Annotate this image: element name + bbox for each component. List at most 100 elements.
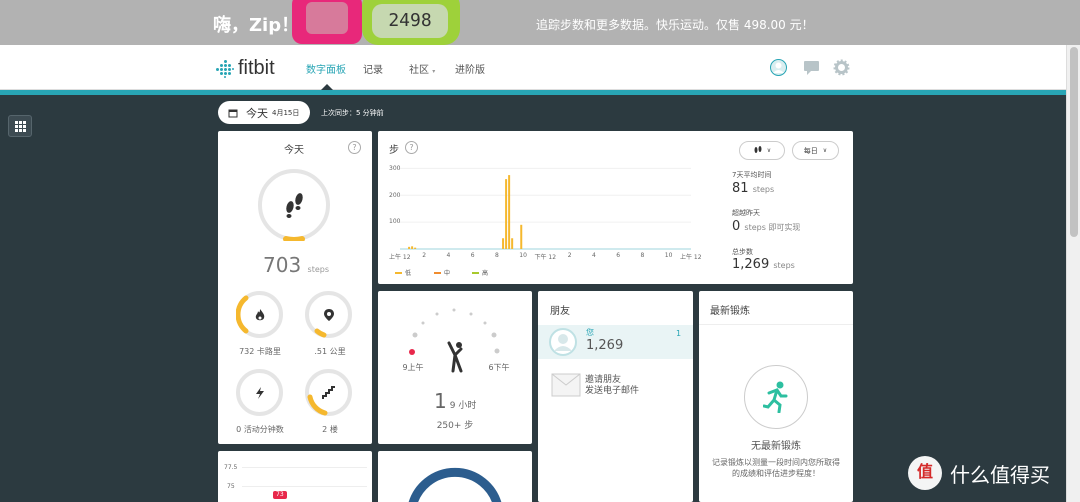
calendar-icon xyxy=(228,109,238,117)
calories-stat: 732 卡路里 xyxy=(239,347,281,356)
tile-grid-button[interactable] xyxy=(8,115,32,137)
step-bar[interactable] xyxy=(408,246,411,249)
sleep-ring xyxy=(408,467,502,502)
hourly-activity-panel: 9上午 6下午 19 小时 250+ 步 xyxy=(378,291,532,444)
step-bar[interactable] xyxy=(520,224,523,249)
watermark-text: 什么值得买 xyxy=(950,462,1050,487)
legend-medium: 中 xyxy=(434,268,450,277)
x-tick-label: 8 xyxy=(640,252,645,259)
promo-banner[interactable]: 嗨，Zip！ 2498 追踪步数和更多数据。快乐运动。仅售 498.00 元！ xyxy=(0,0,1080,45)
nav-dashboard[interactable]: 数字面板 xyxy=(306,61,346,76)
running-person-icon xyxy=(763,381,788,413)
x-tick-label: 6 xyxy=(616,252,621,259)
legend-high: 高 xyxy=(472,268,488,277)
settings-gear-icon[interactable] xyxy=(833,59,850,76)
hourly-steps-goal: 250+ 步 xyxy=(436,421,474,431)
stairs-icon xyxy=(322,386,335,399)
flame-icon xyxy=(255,309,265,321)
friends-panel: 朋友 您 1,269 1 邀请朋友 发送电子邮件 xyxy=(538,291,693,502)
friend-row-self[interactable]: 您 1,269 1 xyxy=(538,325,693,359)
x-tick-label: 2 xyxy=(567,252,572,259)
x-tick-label: 4 xyxy=(446,252,451,259)
promo-device-pink xyxy=(292,0,362,44)
x-tick-label: 下午 12 xyxy=(534,254,557,261)
weight-y-tick: 75 xyxy=(227,483,235,490)
exercise-empty-description: 记录锻炼以测量一段时间内您所取得的成绩和评估进步程度！ xyxy=(712,458,840,478)
exercise-empty-title: 无最新锻炼 xyxy=(751,441,801,452)
friends-title: 朋友 xyxy=(550,306,570,317)
step-bar[interactable] xyxy=(502,238,505,249)
today-help-icon[interactable]: ? xyxy=(348,141,361,154)
steps-help-icon[interactable]: ? xyxy=(405,141,418,154)
date-value: 4月15日 xyxy=(272,108,300,117)
last-sync-status: 上次同步：5 分钟前 xyxy=(321,109,384,117)
avg-label: 7天平均时间 xyxy=(732,171,772,179)
nav-log[interactable]: 记录 xyxy=(363,61,383,76)
active-minutes-stat: 0 活动分钟数 xyxy=(236,425,284,434)
grid-icon xyxy=(15,121,26,132)
steps-chart-title: 步 xyxy=(389,145,399,156)
envelope-icon xyxy=(551,373,581,397)
x-tick-label: 10 xyxy=(519,252,527,259)
step-bar[interactable] xyxy=(505,179,508,249)
exercise-panel: 最新锻炼 无最新锻炼 记录锻炼以测量一段时间内您所取得的成绩和评估进步程度！ xyxy=(699,291,853,502)
today-title: 今天 xyxy=(284,145,304,156)
invite-line-2: 发送电子邮件 xyxy=(585,386,640,396)
x-tick-label: 8 xyxy=(495,252,499,259)
steps-bar-chart[interactable] xyxy=(378,161,698,281)
legend-low: 低 xyxy=(395,268,411,277)
friend-rank: 1 xyxy=(676,329,682,338)
activity-filter-dropdown[interactable]: ∨ xyxy=(739,141,785,160)
calories-ring[interactable] xyxy=(236,291,283,338)
period-dropdown[interactable]: 每日 ∨ xyxy=(792,141,839,160)
weight-panel: 77.5 75 73 xyxy=(218,451,372,502)
step-bar[interactable] xyxy=(508,175,511,249)
distance-ring[interactable] xyxy=(305,291,352,338)
invite-friends-link[interactable]: 邀请朋友 发送电子邮件 xyxy=(551,371,681,401)
total-steps-label: 总步数 xyxy=(732,248,753,256)
scrollbar-thumb[interactable] xyxy=(1070,47,1078,237)
x-tick-label: 10 xyxy=(664,252,673,259)
total-steps-value: 1,269 steps xyxy=(732,257,795,272)
location-pin-icon xyxy=(324,309,334,321)
watermark: 值 什么值得买 xyxy=(908,456,1050,490)
chevron-down-icon: ∨ xyxy=(822,147,828,154)
top-navigation: fitbit 数字面板 记录 社区 ▾ 进阶版 xyxy=(0,45,1066,90)
footsteps-small-icon xyxy=(754,146,762,153)
messages-icon[interactable] xyxy=(803,59,820,76)
x-tick-label: 上午 12 xyxy=(680,254,702,261)
active-hours: 19 小时 xyxy=(434,389,477,413)
x-tick-label: 4 xyxy=(592,252,596,259)
nav-accent-strip xyxy=(0,90,1066,95)
active-minutes-ring[interactable] xyxy=(236,369,283,416)
date-selector[interactable]: 今天 4月15日 xyxy=(218,101,310,124)
nav-community[interactable]: 社区 ▾ xyxy=(409,61,435,76)
step-bar[interactable] xyxy=(411,246,414,249)
date-today-label: 今天 xyxy=(246,106,268,120)
friend-avatar-icon xyxy=(549,328,577,356)
friend-name: 您 xyxy=(586,328,594,337)
x-tick-label: 2 xyxy=(422,252,427,259)
page-scrollbar[interactable] xyxy=(1066,45,1080,502)
steps-count: 703 steps xyxy=(263,253,330,277)
fitbit-logo[interactable]: fitbit xyxy=(216,57,275,80)
weight-value-badge: 73 xyxy=(273,491,287,499)
x-tick-label: 6 xyxy=(470,252,475,259)
floors-ring[interactable] xyxy=(305,369,352,416)
friend-steps: 1,269 xyxy=(586,338,624,353)
distance-stat: .51 公里 xyxy=(314,347,346,356)
hourly-start-label: 9上午 xyxy=(402,363,424,372)
today-panel: 今天 ? 703 steps 732 卡路里 .51 公里 0 活动分钟数 2 … xyxy=(218,131,372,444)
profile-avatar-icon[interactable] xyxy=(770,59,787,76)
floors-stat: 2 楼 xyxy=(322,425,338,434)
steps-progress-ring[interactable] xyxy=(258,169,330,241)
hourly-end-label: 6下午 xyxy=(488,363,510,372)
step-bar[interactable] xyxy=(414,247,417,249)
step-bar[interactable] xyxy=(511,238,514,249)
promo-message: 追踪步数和更多数据。快乐运动。仅售 498.00 元！ xyxy=(536,18,814,32)
nav-premium[interactable]: 进阶版 xyxy=(455,61,485,76)
weight-y-tick: 77.5 xyxy=(224,464,238,471)
exercise-empty-circle xyxy=(744,365,808,429)
avg-value: 81 steps xyxy=(732,181,775,196)
chevron-down-icon: ∨ xyxy=(766,147,772,154)
